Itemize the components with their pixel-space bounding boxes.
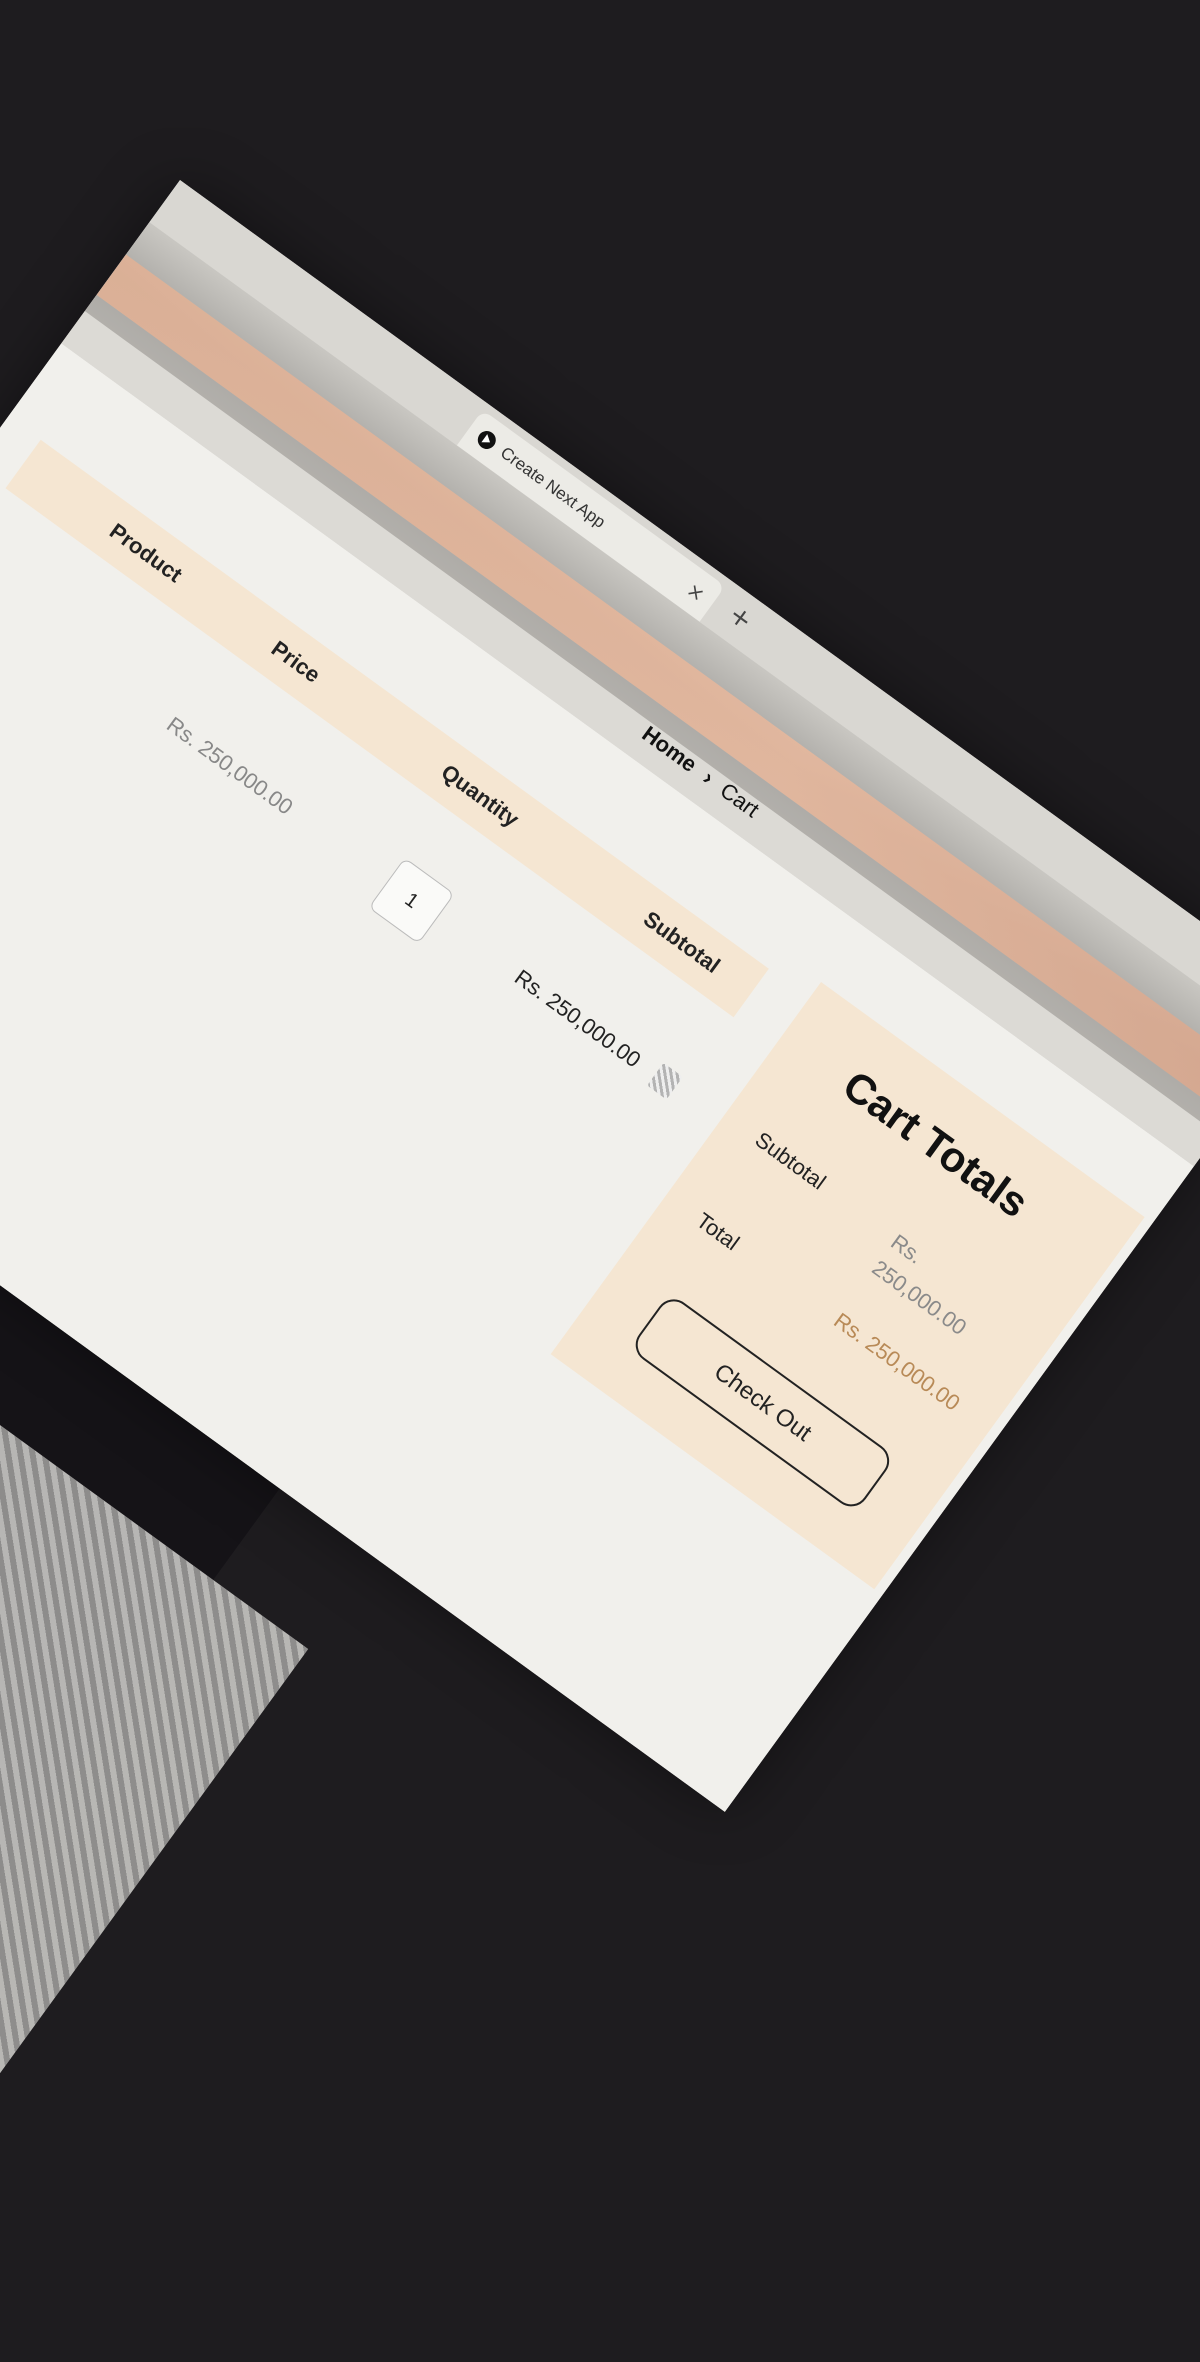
new-tab-icon[interactable]: + <box>723 600 758 637</box>
chevron-right-icon: › <box>698 765 719 790</box>
tray-overflow-icon[interactable]: ^ <box>305 1706 333 1735</box>
row-price: Rs. 250,000.00 <box>162 711 298 820</box>
header-price: Price <box>266 635 326 688</box>
totals-total-label: Total <box>691 1207 745 1256</box>
tab-close-icon[interactable]: × <box>682 577 710 606</box>
header-product: Product <box>105 518 187 588</box>
totals-subtotal-value: Rs. 250,000.00 <box>867 1229 972 1341</box>
row-subtotal: Rs. 250,000.00 <box>510 964 646 1073</box>
nextjs-favicon-icon <box>474 427 500 453</box>
header-subtotal: Subtotal <box>638 906 725 979</box>
quantity-input[interactable]: 1 <box>368 857 455 945</box>
onedrive-icon[interactable]: ☁ <box>335 1728 365 1759</box>
wifi-icon[interactable]: ◠ <box>367 1752 395 1782</box>
system-tray: ^ ☁ ◠ <box>305 1706 395 1781</box>
totals-subtotal-label: Subtotal <box>750 1126 831 1195</box>
cart-totals-title: Cart Totals <box>834 1061 1038 1227</box>
trash-icon[interactable] <box>646 1062 683 1100</box>
header-quantity: Quantity <box>436 759 524 832</box>
